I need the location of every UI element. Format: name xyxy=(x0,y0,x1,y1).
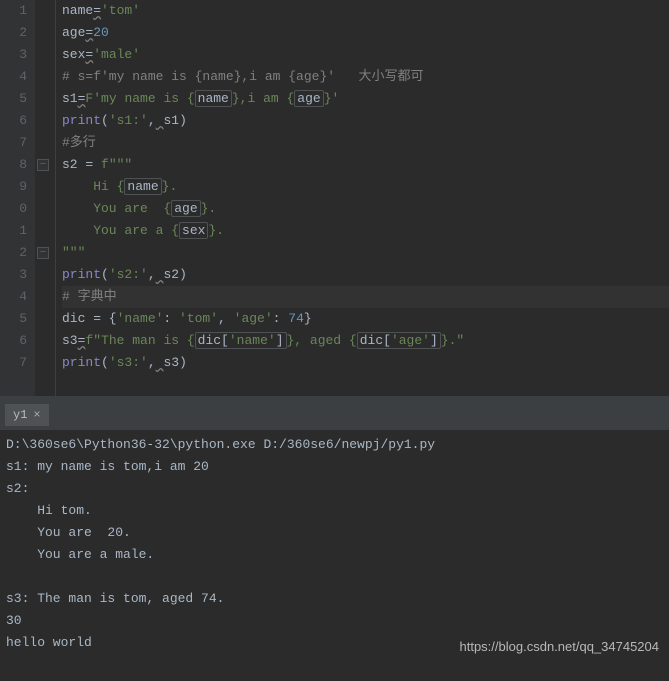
console-line: 30 xyxy=(6,610,663,632)
console-line: s1: my name is tom,i am 20 xyxy=(6,456,663,478)
code-line: # 字典中 xyxy=(62,286,669,308)
code-line: age=20 xyxy=(62,22,669,44)
close-icon[interactable]: × xyxy=(33,408,40,422)
console-line: s3: The man is tom, aged 74. xyxy=(6,588,663,610)
line-number: 3 xyxy=(0,264,27,286)
line-number: 2 xyxy=(0,22,27,44)
code-line: You are {age}. xyxy=(62,198,669,220)
code-line: print('s2:', s2) xyxy=(62,264,669,286)
watermark-text: https://blog.csdn.net/qq_34745204 xyxy=(460,639,660,654)
code-line: print('s3:', s3) xyxy=(62,352,669,374)
code-line xyxy=(62,374,669,396)
line-number: 6 xyxy=(0,110,27,132)
line-number: 3 xyxy=(0,44,27,66)
code-line: #多行 xyxy=(62,132,669,154)
line-number: 1 xyxy=(0,220,27,242)
code-line: You are a {sex}. xyxy=(62,220,669,242)
console-output[interactable]: D:\360se6\Python36-32\python.exe D:/360s… xyxy=(0,430,669,658)
code-line: Hi {name}. xyxy=(62,176,669,198)
line-number: 2 xyxy=(0,242,27,264)
code-line: """ xyxy=(62,242,669,264)
line-number: 7 xyxy=(0,132,27,154)
fold-collapse-icon[interactable] xyxy=(37,247,49,259)
fold-column xyxy=(35,0,55,396)
line-number: 4 xyxy=(0,66,27,88)
code-area[interactable]: name='tom' age=20 sex='male' # s=f'my na… xyxy=(55,0,669,396)
line-number: 1 xyxy=(0,0,27,22)
line-number: 5 xyxy=(0,308,27,330)
line-number: 8 xyxy=(0,154,27,176)
code-line: dic = {'name': 'tom', 'age': 74} xyxy=(62,308,669,330)
code-line: s1=F'my name is {name},i am {age}' xyxy=(62,88,669,110)
console-tab[interactable]: y1 × xyxy=(5,404,49,426)
console-line: You are a male. xyxy=(6,544,663,566)
line-number: 6 xyxy=(0,330,27,352)
code-line: print('s1:', s1) xyxy=(62,110,669,132)
code-line: # s=f'my name is {name},i am {age}' 大小写都… xyxy=(62,66,669,88)
fold-collapse-icon[interactable] xyxy=(37,159,49,171)
line-number: 0 xyxy=(0,198,27,220)
line-number: 7 xyxy=(0,352,27,374)
code-line: name='tom' xyxy=(62,0,669,22)
code-line: sex='male' xyxy=(62,44,669,66)
console-line: Hi tom. xyxy=(6,500,663,522)
console-line: s2: xyxy=(6,478,663,500)
line-number: 4 xyxy=(0,286,27,308)
code-line: s2 = f""" xyxy=(62,154,669,176)
console-tab-bar: y1 × xyxy=(0,400,669,430)
line-number: 9 xyxy=(0,176,27,198)
code-editor: 1 2 3 4 5 6 7 8 9 0 1 2 3 4 5 6 7 name='… xyxy=(0,0,669,396)
line-number: 5 xyxy=(0,88,27,110)
code-line: s3=f"The man is {dic['name']}, aged {dic… xyxy=(62,330,669,352)
console-line: You are 20. xyxy=(6,522,663,544)
console-line xyxy=(6,566,663,588)
console-line: D:\360se6\Python36-32\python.exe D:/360s… xyxy=(6,434,663,456)
tab-label: y1 xyxy=(13,408,27,422)
line-number-gutter: 1 2 3 4 5 6 7 8 9 0 1 2 3 4 5 6 7 xyxy=(0,0,35,396)
